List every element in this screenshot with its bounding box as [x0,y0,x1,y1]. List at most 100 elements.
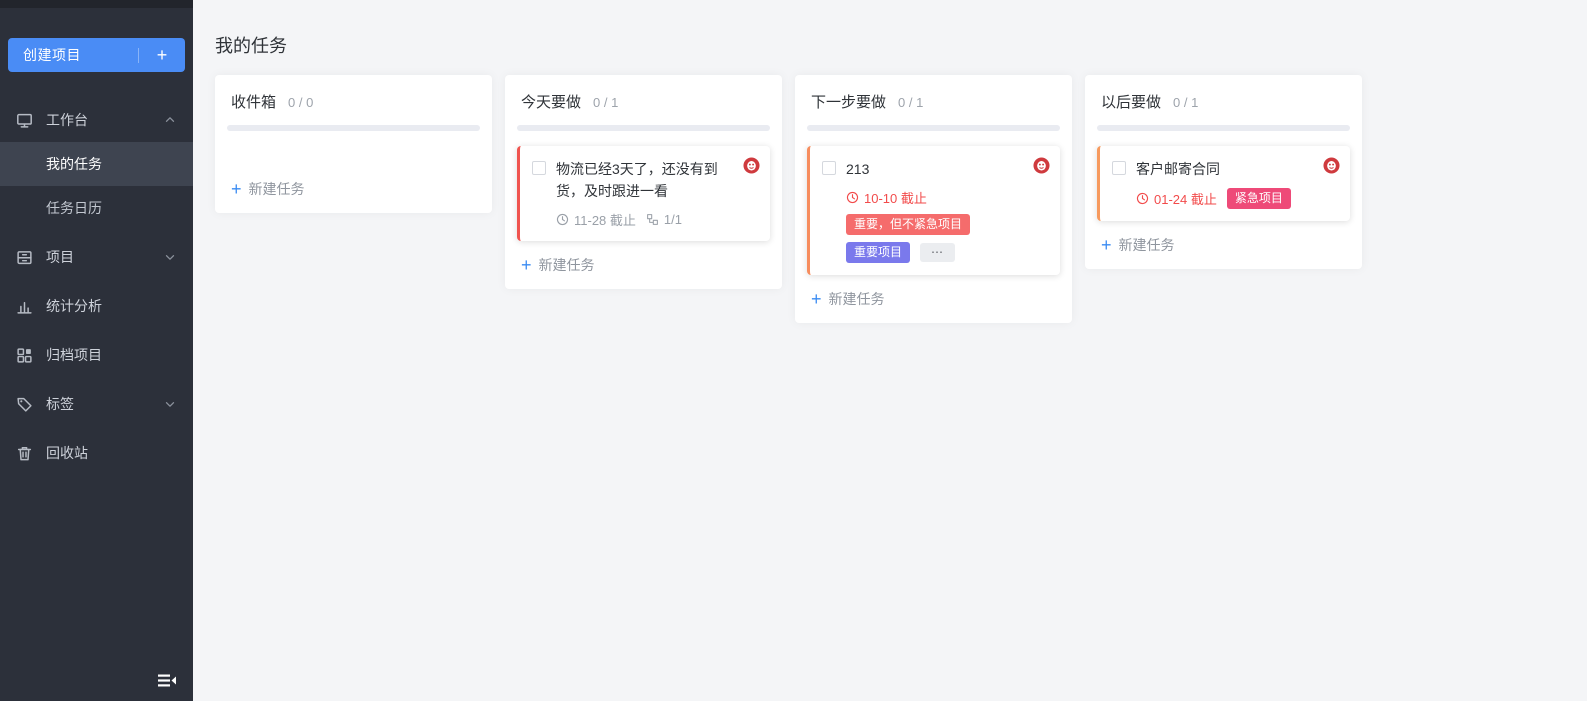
assignee-avatar [1033,157,1050,174]
assignee-avatar [1323,157,1340,174]
add-task-button[interactable]: + 新建任务 [227,179,480,199]
column-title: 以后要做 [1101,91,1161,112]
plus-icon: + [231,181,242,197]
assignee-avatar [1323,157,1340,174]
column-count: 0 / 1 [898,95,923,110]
card-head: 客户邮寄合同 [1112,158,1338,180]
task-tag: 重要，但不紧急项目 [846,214,970,235]
card-list: 客户邮寄合同 01-24 截止紧急项目 [1097,146,1350,221]
clock-icon [556,213,569,226]
sidebar-subitem-task-calendar[interactable]: 任务日历 [0,186,193,230]
create-project-button[interactable]: 创建项目 + [8,38,185,72]
sidebar-item-label: 工作台 [46,110,88,130]
task-tag: 重要项目 [846,242,910,263]
chevron-down-icon [163,250,177,264]
task-title: 客户邮寄合同 [1136,158,1314,180]
card-head: 物流已经3天了，还没有到货，及时跟进一看 [532,158,758,202]
sidebar-item-tags[interactable]: 标签 [0,382,193,426]
task-checkbox[interactable] [822,161,836,175]
card-list: 物流已经3天了，还没有到货，及时跟进一看 11-28 截止 1/1 [517,146,770,241]
project-icon [16,249,33,266]
sidebar-subitem-my-tasks[interactable]: 我的任务 [0,142,193,186]
card-meta-row: 01-24 截止紧急项目 [1136,188,1291,209]
sidebar-item-label: 统计分析 [46,296,102,316]
card-meta-row: 11-28 截止 1/1 [556,210,682,229]
assignee-avatar [743,157,760,174]
plus-icon: + [521,257,532,273]
collapse-sidebar-button[interactable] [157,672,177,689]
page-title: 我的任务 [215,32,1587,58]
sidebar-menu: 工作台我的任务任务日历项目统计分析归档项目标签回收站 [0,98,193,475]
column-title: 下一步要做 [811,91,886,112]
task-checkbox[interactable] [532,161,546,175]
due-date: 11-28 截止 [556,210,636,229]
sidebar-item-label: 项目 [46,247,74,267]
add-task-label: 新建任务 [539,255,595,275]
task-card[interactable]: 物流已经3天了，还没有到货，及时跟进一看 11-28 截止 1/1 [517,146,770,241]
plus-icon: + [1101,237,1112,253]
sidebar-item-trash[interactable]: 回收站 [0,431,193,475]
column-header: 收件箱 0 / 0 [227,91,480,112]
sidebar-top-strip [0,0,193,8]
tag-icon [16,396,33,413]
sidebar-item-workbench[interactable]: 工作台 [0,98,193,142]
column-progress-bar [807,125,1060,131]
task-column: 今天要做 0 / 1 物流已经3天了，还没有到货，及时跟进一看 11-28 截止… [505,75,782,289]
plus-icon: + [811,291,822,307]
sidebar-item-label: 回收站 [46,443,88,463]
sidebar-item-label: 归档项目 [46,345,102,365]
chevron-down-icon [163,397,177,411]
collapse-icon [157,672,177,689]
column-count: 0 / 1 [1173,95,1198,110]
card-rows: 11-28 截止 1/1 [556,210,758,229]
card-rows: 10-10 截止重要，但不紧急项目重要项目 ⋯ [846,188,1048,263]
assignee-avatar [1033,157,1050,174]
task-board: 收件箱 0 / 0 + 新建任务 今天要做 0 / 1 物流已经3天了，还没有到… [215,75,1587,323]
plus-icon[interactable]: + [139,46,185,64]
add-task-label: 新建任务 [829,289,885,309]
column-progress-bar [1097,125,1350,131]
main-area: 我的任务 收件箱 0 / 0 + 新建任务 今天要做 0 / 1 物流已经3天了… [193,0,1587,701]
add-task-button[interactable]: + 新建任务 [1097,235,1350,255]
sidebar-item-archive[interactable]: 归档项目 [0,333,193,377]
create-project-label: 创建项目 [8,45,138,65]
task-column: 收件箱 0 / 0 + 新建任务 [215,75,492,213]
subtask-count: 1/1 [646,212,682,227]
subtask-icon [646,213,659,226]
card-rows: 01-24 截止紧急项目 [1136,188,1338,209]
card-meta-row: 重要，但不紧急项目 [846,214,970,235]
task-column: 以后要做 0 / 1 客户邮寄合同 01-24 截止紧急项目 + 新建任务 [1085,75,1362,269]
task-card[interactable]: 客户邮寄合同 01-24 截止紧急项目 [1097,146,1350,221]
sidebar: 创建项目 + 工作台我的任务任务日历项目统计分析归档项目标签回收站 [0,0,193,701]
assignee-avatar [743,157,760,174]
card-meta-row: 重要项目 ⋯ [846,242,955,263]
task-checkbox[interactable] [1112,161,1126,175]
more-tags-button[interactable]: ⋯ [920,243,955,262]
sidebar-item-stats[interactable]: 统计分析 [0,284,193,328]
task-column: 下一步要做 0 / 1 213 10-10 截止重要，但不紧急项目重要项目 ⋯ +… [795,75,1072,323]
card-list: 213 10-10 截止重要，但不紧急项目重要项目 ⋯ [807,146,1060,275]
archive-icon [16,347,33,364]
due-date: 10-10 截止 [846,188,927,207]
task-card[interactable]: 213 10-10 截止重要，但不紧急项目重要项目 ⋯ [807,146,1060,275]
sidebar-item-projects[interactable]: 项目 [0,235,193,279]
column-count: 0 / 1 [593,95,618,110]
monitor-icon [16,112,33,129]
task-tag: 紧急项目 [1227,188,1291,209]
column-progress-bar [517,125,770,131]
task-title: 213 [846,158,1024,180]
clock-icon [846,191,859,204]
clock-icon [1136,192,1149,205]
task-title: 物流已经3天了，还没有到货，及时跟进一看 [556,158,734,202]
column-count: 0 / 0 [288,95,313,110]
add-task-label: 新建任务 [249,179,305,199]
add-task-button[interactable]: + 新建任务 [807,289,1060,309]
chart-icon [16,298,33,315]
column-header: 今天要做 0 / 1 [517,91,770,112]
column-title: 今天要做 [521,91,581,112]
column-title: 收件箱 [231,91,276,112]
add-task-label: 新建任务 [1119,235,1175,255]
empty-card-area [227,131,480,165]
add-task-button[interactable]: + 新建任务 [517,255,770,275]
column-header: 下一步要做 0 / 1 [807,91,1060,112]
